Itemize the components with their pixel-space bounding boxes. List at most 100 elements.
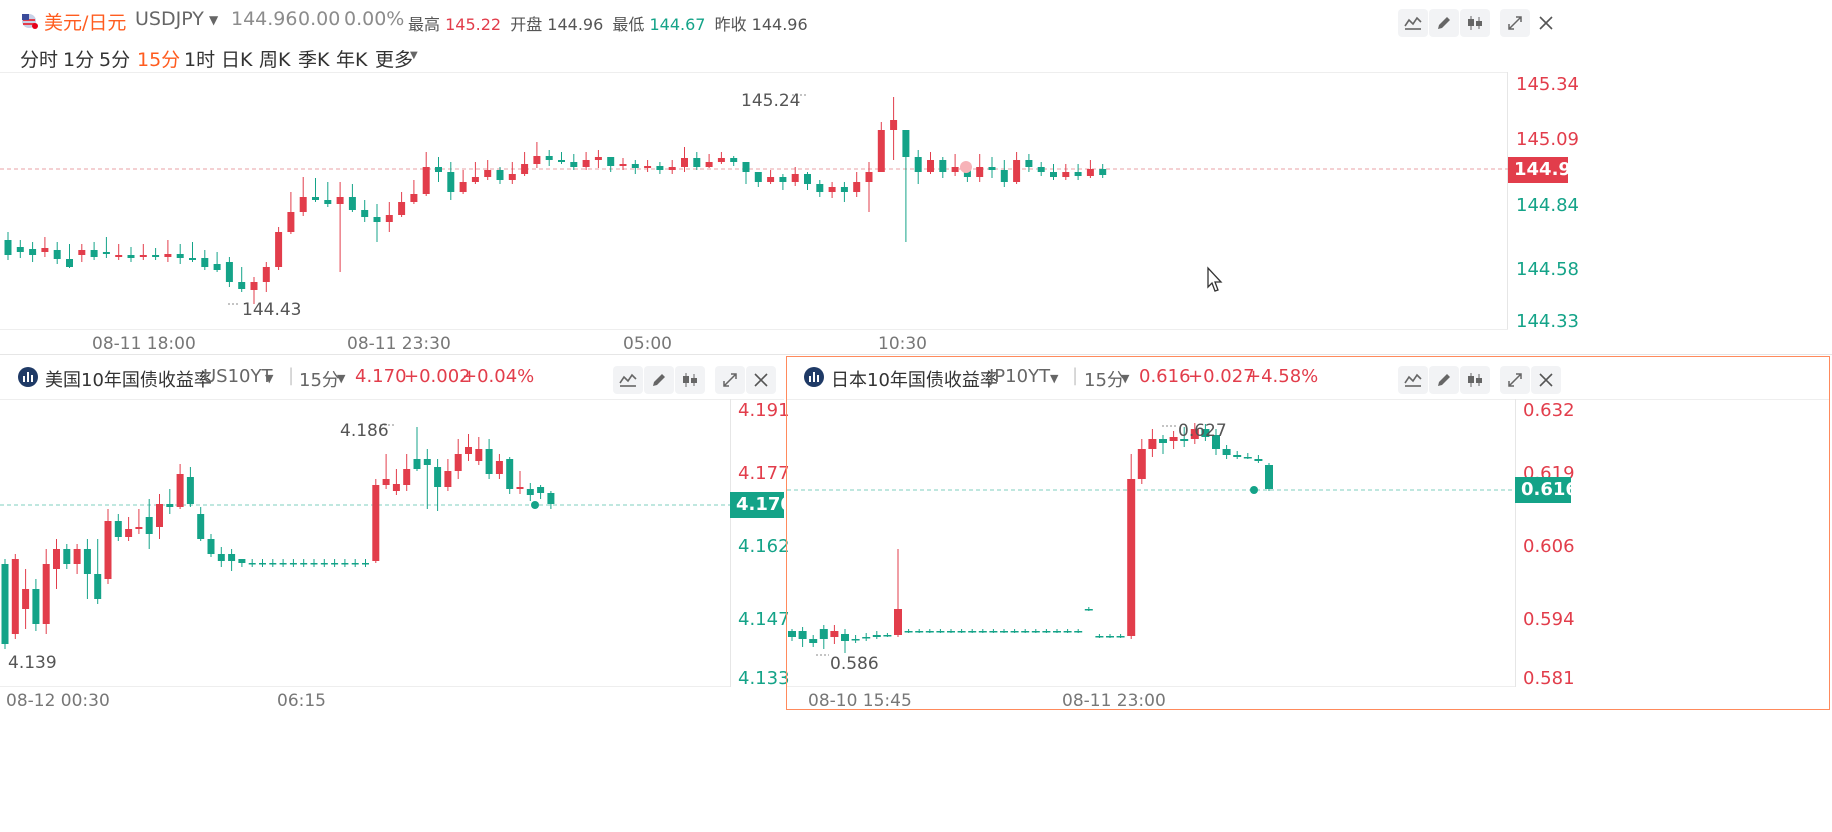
caret-down-icon[interactable]: ▼: [209, 13, 218, 27]
tab-timeshare[interactable]: 分时: [20, 45, 58, 72]
value-change-pct: +0.04%: [462, 366, 535, 387]
last-price: 144.96: [231, 8, 298, 30]
candle-body: [454, 454, 462, 471]
instrument-name[interactable]: 日本10年国债收益率: [831, 366, 998, 392]
candle-body: [114, 521, 122, 537]
candle-body: [533, 156, 541, 164]
candle-body: [135, 527, 143, 529]
close-icon[interactable]: [746, 366, 776, 394]
candle-body: [1050, 172, 1057, 177]
caret-down-icon[interactable]: ▼: [410, 50, 418, 61]
tab-15min[interactable]: 15分: [137, 45, 180, 72]
max-value-label: 4.186: [340, 421, 389, 441]
price-change-pct: 0.00%: [344, 8, 405, 30]
draw-icon[interactable]: [1429, 366, 1459, 394]
candle-body: [705, 162, 713, 167]
prev-label: 昨收: [714, 15, 747, 34]
candle-body: [152, 255, 160, 257]
pair-symbol[interactable]: USDJPY: [135, 8, 204, 30]
candle-body: [238, 559, 246, 563]
draw-icon[interactable]: [1429, 9, 1459, 37]
tab-5min[interactable]: 5分: [99, 45, 130, 72]
candle-body: [29, 249, 37, 255]
candle-body: [217, 554, 225, 561]
current-price-tag: 144.96: [1508, 157, 1583, 183]
min-price-label: 144.43: [242, 300, 302, 320]
indicator-icon[interactable]: [1398, 366, 1428, 394]
live-dot: [1250, 486, 1258, 494]
candle-body: [279, 563, 287, 565]
tab-year[interactable]: 年K: [336, 45, 367, 72]
candle-body: [78, 250, 86, 255]
candle-body: [53, 250, 61, 259]
candle-body: [1086, 169, 1094, 176]
caret-down-icon[interactable]: ▼: [265, 372, 273, 385]
timeframe-select[interactable]: 15分: [1084, 366, 1125, 392]
y-tick: 0.581: [1523, 668, 1575, 689]
candle-body: [1042, 631, 1051, 633]
value-change-pct: +4.58%: [1246, 366, 1319, 387]
caret-down-icon[interactable]: ▼: [337, 372, 345, 385]
indicator-icon[interactable]: [1398, 9, 1428, 37]
draw-icon[interactable]: [644, 366, 674, 394]
instrument-symbol[interactable]: US10YT: [203, 366, 273, 387]
candle-body: [1010, 631, 1019, 633]
expand-icon[interactable]: [1500, 9, 1530, 37]
pair-name[interactable]: 美元/日元: [44, 8, 126, 35]
instrument-name[interactable]: 美国10年国债收益率: [45, 366, 212, 392]
candle-body: [988, 167, 996, 170]
candle-body: [186, 477, 194, 504]
timeframe-select[interactable]: 15分: [299, 366, 340, 392]
candle-type-icon[interactable]: [675, 366, 705, 394]
tab-week[interactable]: 周K: [259, 45, 290, 72]
tab-day[interactable]: 日K: [221, 45, 252, 72]
tab-more[interactable]: 更多: [375, 45, 413, 72]
candle-type-icon[interactable]: [1460, 366, 1490, 394]
candle-body: [594, 157, 602, 160]
candle-body: [275, 232, 283, 267]
candle-body: [1053, 631, 1061, 633]
x-tick: 10:30: [878, 334, 927, 354]
candle-body: [299, 197, 307, 212]
tab-quarter[interactable]: 季K: [298, 45, 329, 72]
candle-body: [471, 177, 479, 182]
candle-body: [1148, 439, 1157, 449]
indicator-icon[interactable]: [613, 366, 643, 394]
candle-body: [656, 166, 664, 170]
candle-body: [373, 217, 381, 222]
caret-down-icon[interactable]: ▼: [1121, 372, 1129, 385]
candle-body: [250, 282, 258, 290]
candle-body: [914, 157, 922, 172]
candle-body: [447, 172, 455, 192]
tab-1min[interactable]: 1分: [63, 45, 94, 72]
y-tick: 0.594: [1523, 609, 1575, 630]
close-icon[interactable]: [1531, 9, 1561, 37]
last-value: 0.616: [1139, 366, 1191, 387]
candle-body: [947, 631, 955, 633]
candle-body: [83, 549, 91, 574]
candle-body: [791, 174, 799, 182]
x-tick: 08-10 15:45: [808, 691, 912, 711]
candle-body: [788, 631, 796, 637]
candle-body: [248, 563, 256, 565]
candle-body: [619, 164, 627, 166]
candle-body: [779, 177, 787, 182]
candle-body: [681, 158, 688, 167]
x-tick: 08-11 23:30: [347, 334, 451, 354]
expand-icon[interactable]: [715, 366, 745, 394]
candle-body: [1062, 172, 1070, 177]
jp10y-candlestick-chart[interactable]: [787, 399, 1515, 687]
close-icon[interactable]: [1531, 366, 1561, 394]
expand-icon[interactable]: [1500, 366, 1530, 394]
candle-body: [877, 130, 885, 172]
caret-down-icon[interactable]: ▼: [1050, 372, 1058, 385]
candle-type-icon[interactable]: [1460, 9, 1490, 37]
bar-chart-icon: [18, 367, 38, 387]
us10y-candlestick-chart[interactable]: [0, 399, 730, 687]
candle-body: [730, 158, 738, 162]
candle-body: [607, 157, 615, 166]
candle-body: [348, 197, 356, 210]
candle-body: [506, 459, 514, 489]
tab-1hour[interactable]: 1时: [184, 45, 215, 72]
instrument-symbol[interactable]: JP10YT: [989, 366, 1050, 387]
